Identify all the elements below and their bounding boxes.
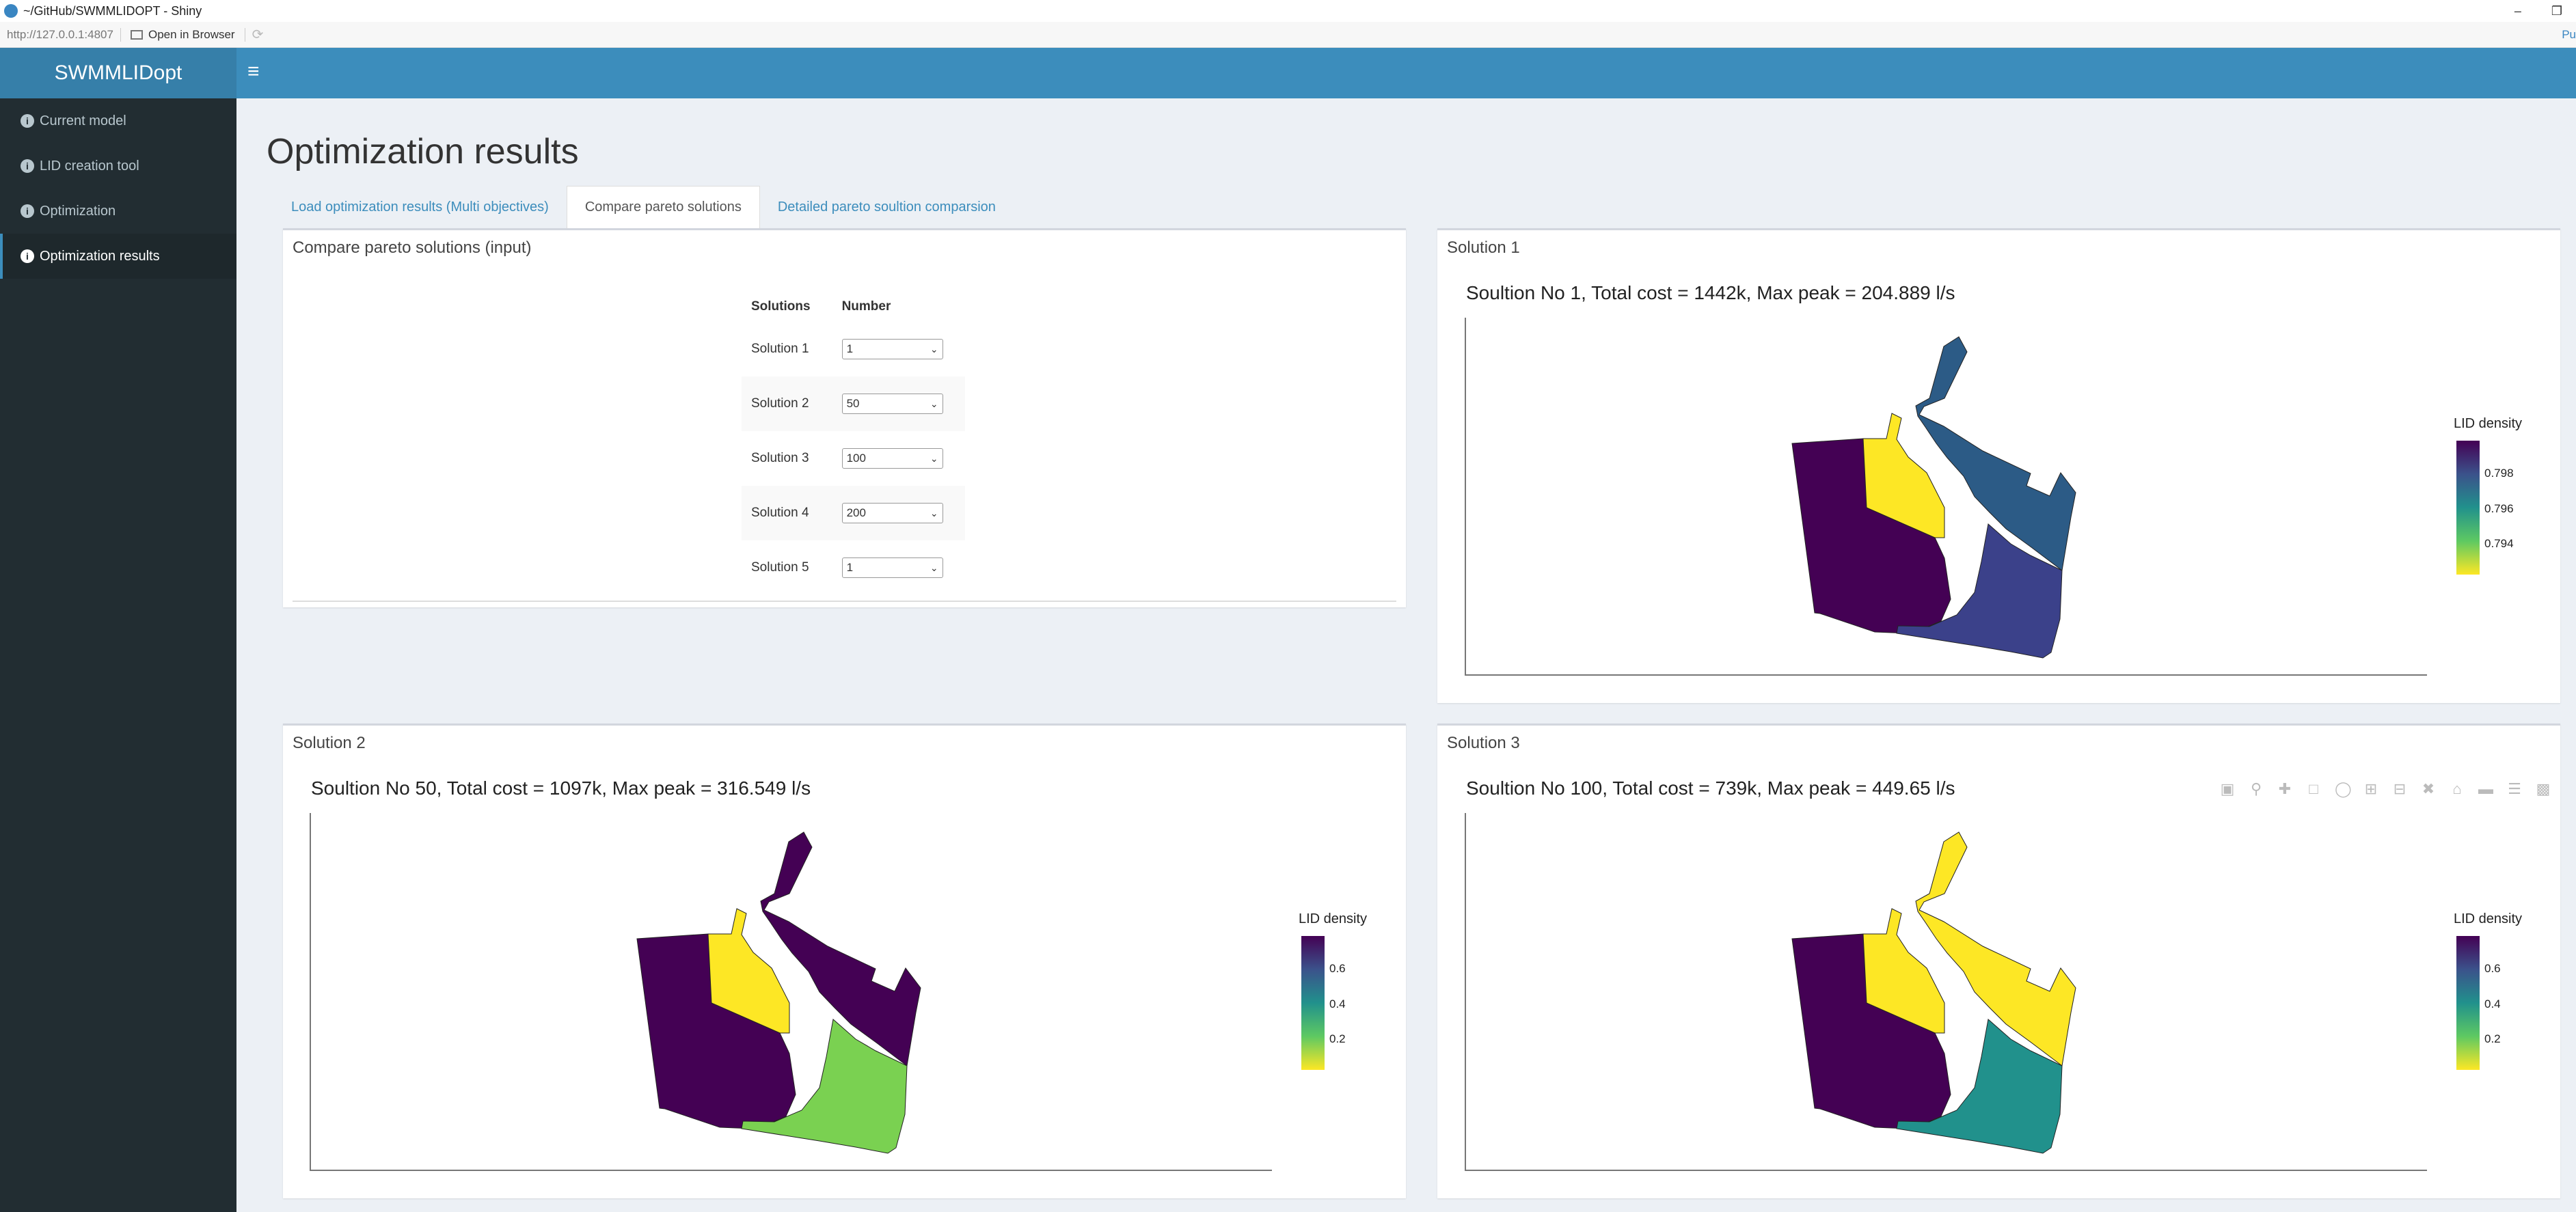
sidebar-item-label: Current model xyxy=(40,113,126,128)
column-header: Number xyxy=(841,299,891,314)
table-row: Solution 4 200 ⌄ xyxy=(742,486,965,540)
info-icon: i xyxy=(21,249,34,263)
legend-tick: 0.794 xyxy=(2484,537,2514,550)
viewer-url[interactable]: http://127.0.0.1:4807 xyxy=(0,27,121,42)
sidebar-toggle-icon[interactable]: ≡ xyxy=(247,61,260,82)
tab-compare-pareto-solutions[interactable]: Compare pareto solutions xyxy=(566,186,760,228)
solution-2-panel: Solution 2 Soultion No 50, Total cost = … xyxy=(283,724,1406,1198)
sidebar-item-lid-creation-tool[interactable]: i LID creation tool xyxy=(0,143,236,189)
divider xyxy=(293,601,1396,602)
legend-tick: 0.2 xyxy=(2484,1032,2501,1045)
window-titlebar: ~/GitHub/SWMMLIDOPT - Shiny – ❐ xyxy=(0,0,2576,22)
select-value: 100 xyxy=(846,452,866,465)
app-logo[interactable]: SWMMLIDopt xyxy=(0,48,236,98)
rstudio-icon xyxy=(4,4,18,18)
open-in-browser-label: Open in Browser xyxy=(148,27,235,41)
sidebar-item-optimization-results[interactable]: i Optimization results xyxy=(0,234,236,279)
window-controls: – ❐ xyxy=(2514,0,2562,22)
info-icon: i xyxy=(21,114,34,128)
sidebar: i Current model i LID creation tool i Op… xyxy=(0,98,236,1212)
results-tabs: Load optimization results (Multi objecti… xyxy=(273,186,1014,228)
restore-icon[interactable]: ❐ xyxy=(2551,4,2562,18)
window-title: ~/GitHub/SWMMLIDOPT - Shiny xyxy=(23,3,202,18)
sidebar-item-current-model[interactable]: i Current model xyxy=(0,98,236,143)
colorbar xyxy=(1301,936,1325,1070)
viewer-address-bar: http://127.0.0.1:4807 Open in Browser ⟳ … xyxy=(0,22,2576,48)
sidebar-item-label: Optimization xyxy=(40,203,116,219)
solution-label: Solution 5 xyxy=(751,560,809,575)
chevron-down-icon: ⌄ xyxy=(930,562,938,573)
legend-tick: 0.798 xyxy=(2484,467,2514,480)
sidebar-item-optimization[interactable]: i Optimization xyxy=(0,189,236,234)
legend-title: LID density xyxy=(1299,911,1368,926)
select-value: 200 xyxy=(846,506,866,519)
select-value: 1 xyxy=(846,561,854,574)
legend-tick: 0.6 xyxy=(1329,962,1346,975)
table-row: Solution 3 100 ⌄ xyxy=(742,431,965,486)
colorbar xyxy=(2456,441,2480,575)
select-value: 50 xyxy=(846,397,860,410)
solution-3-select[interactable]: 100 ⌄ xyxy=(841,448,943,469)
chevron-down-icon: ⌄ xyxy=(930,452,938,464)
sidebar-item-label: Optimization results xyxy=(40,248,160,264)
panel-title: Compare pareto solutions (input) xyxy=(293,238,532,257)
solution-1-panel: Solution 1 Soultion No 1, Total cost = 1… xyxy=(1437,228,2560,703)
table-row: Solution 1 1 ⌄ xyxy=(742,322,965,376)
solution-label: Solution 2 xyxy=(742,376,832,431)
lid-map xyxy=(636,831,921,1154)
solution-4-select[interactable]: 200 ⌄ xyxy=(841,503,943,523)
solution-2-select[interactable]: 50 ⌄ xyxy=(841,394,943,414)
open-in-browser-button[interactable]: Open in Browser xyxy=(121,27,245,42)
chevron-down-icon: ⌄ xyxy=(930,398,938,409)
refresh-icon[interactable]: ⟳ xyxy=(252,26,264,43)
legend-tick: 0.4 xyxy=(1329,997,1346,1010)
info-icon: i xyxy=(21,204,34,218)
lid-map xyxy=(1791,831,2076,1154)
minimize-icon[interactable]: – xyxy=(2514,4,2521,18)
tab-detailed-pareto-comparison[interactable]: Detailed pareto soultion comparsion xyxy=(760,186,1014,228)
legend-title: LID density xyxy=(2454,911,2523,926)
solution-5-select[interactable]: 1 ⌄ xyxy=(841,557,943,578)
legend-tick: 0.796 xyxy=(2484,502,2514,515)
solutions-table: Solutions Number Solution 1 1 ⌄ Solution … xyxy=(742,292,965,595)
info-icon: i xyxy=(21,159,34,173)
legend-tick: 0.6 xyxy=(2484,962,2501,975)
colorbar xyxy=(2456,936,2480,1070)
legend-tick: 0.2 xyxy=(1329,1032,1346,1045)
publish-button[interactable]: Pu xyxy=(2562,28,2576,42)
table-row: Solution 5 1 ⌄ xyxy=(742,540,965,595)
browser-window-icon xyxy=(130,29,143,40)
solution-label: Solution 4 xyxy=(742,486,832,540)
column-header: Solutions xyxy=(751,299,811,314)
top-navbar: ≡ xyxy=(236,48,2576,98)
page-title: Optimization results xyxy=(267,132,579,171)
chevron-down-icon: ⌄ xyxy=(930,507,938,519)
legend-title: LID density xyxy=(2454,416,2523,431)
legend-tick: 0.4 xyxy=(2484,997,2501,1010)
solution-label: Solution 1 xyxy=(751,342,809,356)
solution-1-select[interactable]: 1 ⌄ xyxy=(841,339,943,359)
compare-input-panel: Compare pareto solutions (input) Solutio… xyxy=(283,228,1406,607)
table-row: Solution 2 50 ⌄ xyxy=(742,376,965,431)
sidebar-item-label: LID creation tool xyxy=(40,158,139,174)
tab-load-optimization-results[interactable]: Load optimization results (Multi objecti… xyxy=(273,186,567,228)
solution-3-panel: Solution 3 ▣ ⚲ ✚ □ ◯ ⊞ ⊟ ✖ ⌂ ▬ ☰ ▩ Soult… xyxy=(1437,724,2560,1198)
select-value: 1 xyxy=(846,342,854,355)
chevron-down-icon: ⌄ xyxy=(930,343,938,355)
lid-map xyxy=(1791,336,2076,659)
solution-label: Solution 3 xyxy=(751,451,809,465)
